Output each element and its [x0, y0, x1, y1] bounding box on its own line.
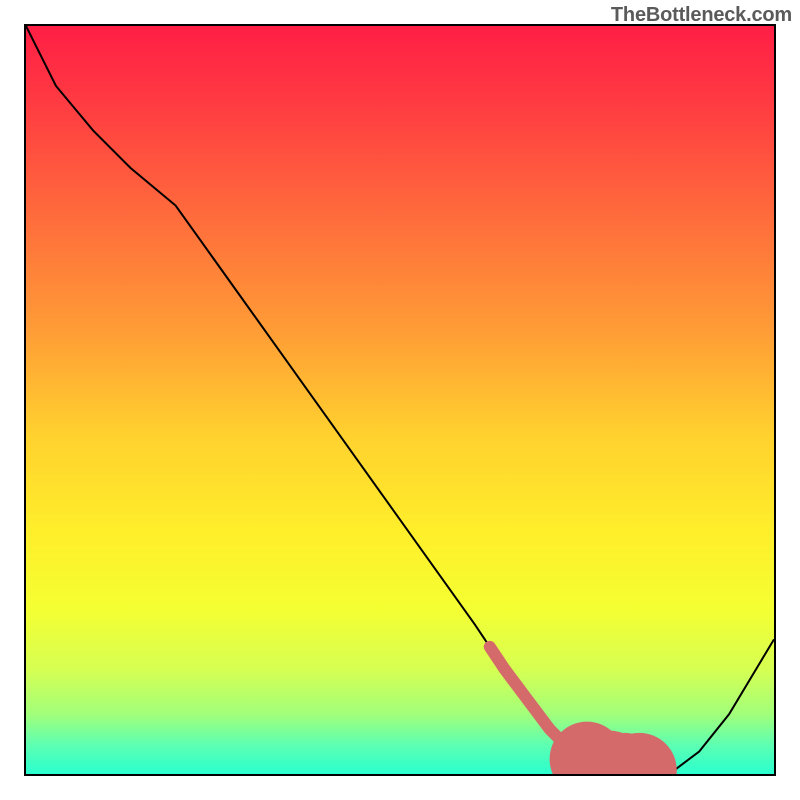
bottleneck-curve — [26, 26, 774, 774]
watermark-text: TheBottleneck.com — [611, 4, 792, 27]
highlight-dots — [550, 722, 677, 774]
curve-layer — [26, 26, 774, 774]
chart-area — [24, 24, 776, 776]
